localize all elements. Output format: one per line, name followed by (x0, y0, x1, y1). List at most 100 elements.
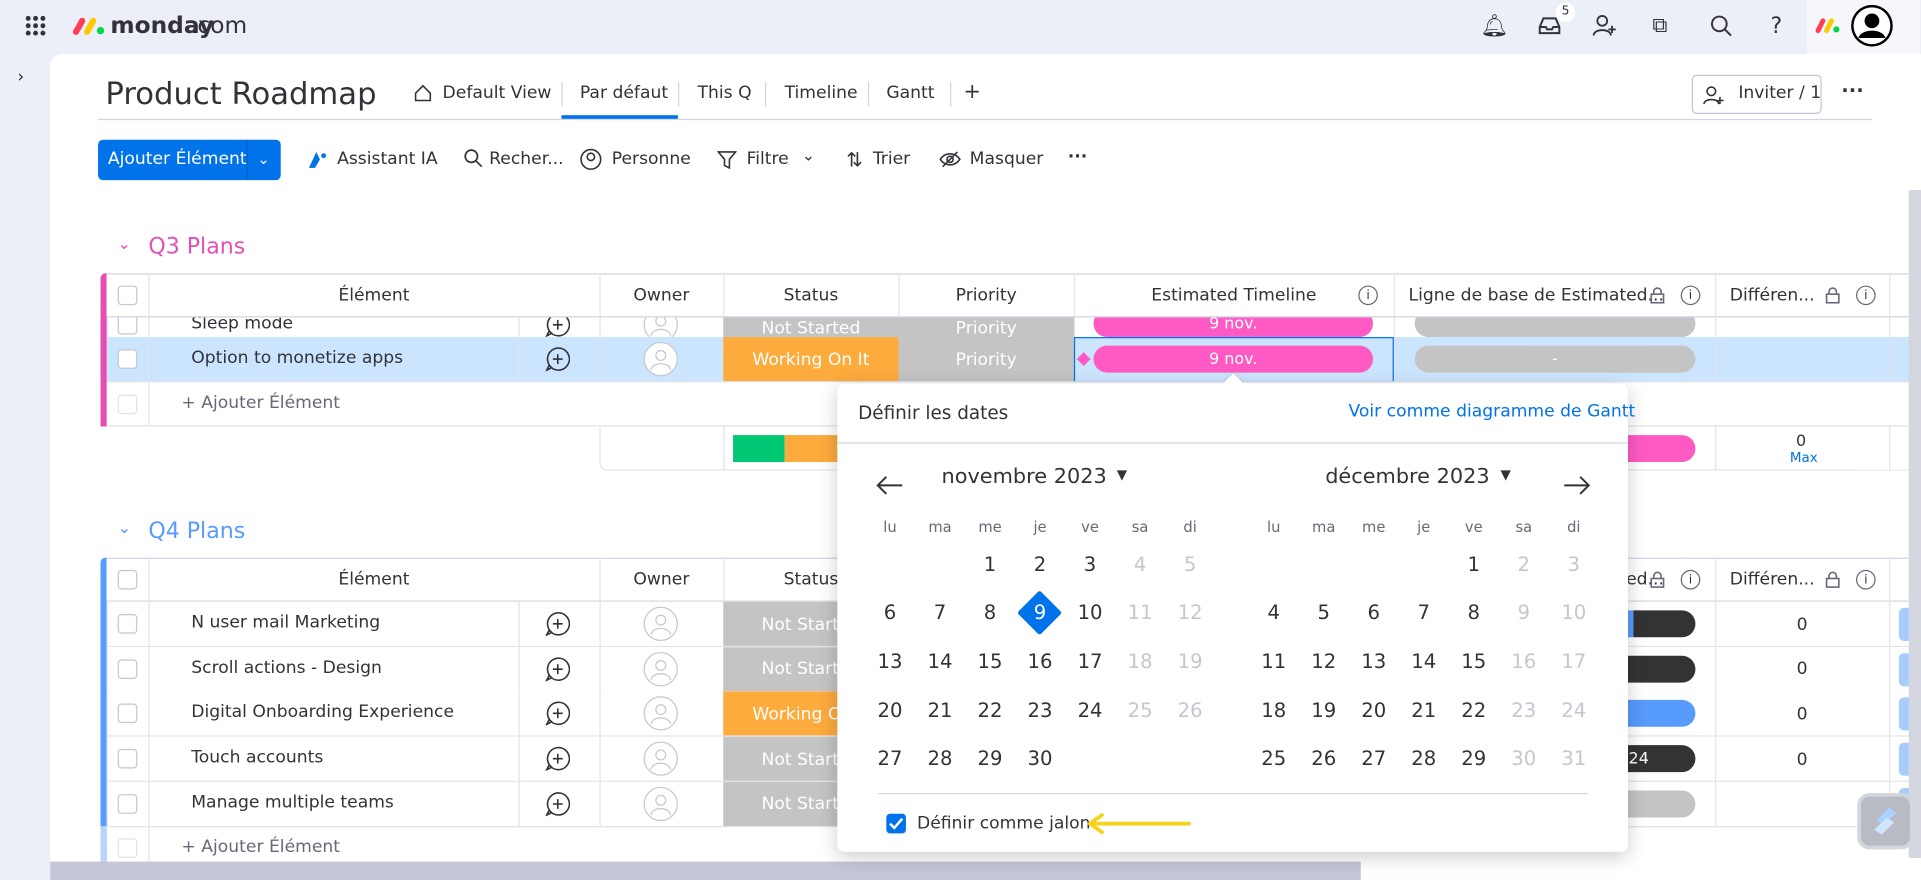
bell-icon[interactable]: 🔔︎ (1480, 12, 1508, 39)
info-icon-baseline[interactable]: i (1680, 569, 1701, 590)
milestone-label[interactable]: Définir comme jalon (917, 814, 1091, 834)
calendar-day-selected[interactable]: 9 (1018, 590, 1062, 634)
milestone-checkbox[interactable] (886, 813, 906, 834)
calendar-day[interactable]: 11 (1252, 639, 1296, 683)
owner-avatar[interactable] (643, 741, 678, 776)
calendar-day[interactable]: 24 (1068, 688, 1112, 732)
calendar-day[interactable]: 17 (1552, 639, 1596, 683)
column-header-priority[interactable]: Priority (899, 273, 1074, 317)
calendar-day[interactable]: 18 (1252, 688, 1296, 732)
ai-assistant-button[interactable]: Assistant IA (337, 150, 437, 170)
calendar-day[interactable]: 20 (868, 688, 912, 732)
calendar-day[interactable]: 12 (1168, 590, 1212, 634)
calendar-day[interactable]: 19 (1168, 639, 1212, 683)
select-all-checkbox[interactable] (117, 285, 138, 306)
tab-par-defaut[interactable]: Par défaut (580, 83, 668, 103)
row-checkbox[interactable] (117, 614, 138, 634)
add-update-icon[interactable] (544, 655, 571, 682)
calendar-day[interactable]: 28 (918, 736, 962, 780)
calendar-day[interactable]: 22 (1452, 688, 1496, 732)
row-checkbox[interactable] (117, 317, 138, 335)
floating-help-widget[interactable] (1857, 792, 1914, 850)
calendar-day[interactable]: 11 (1118, 590, 1162, 634)
calendar-day[interactable]: 21 (918, 688, 962, 732)
item-name[interactable]: N user mail Marketing (191, 613, 380, 633)
row-checkbox[interactable] (117, 349, 138, 369)
add-update-icon[interactable] (544, 700, 571, 727)
calendar-day[interactable]: 4 (1118, 542, 1162, 586)
calendar-day[interactable]: 2 (1018, 542, 1062, 586)
column-header-owner[interactable]: Owner (599, 558, 723, 602)
calendar-day[interactable]: 16 (1018, 639, 1062, 683)
search-button[interactable]: Recher... (489, 150, 563, 170)
add-update-icon[interactable] (544, 745, 571, 772)
invite-user-icon[interactable] (1591, 12, 1618, 39)
add-update-icon[interactable] (544, 346, 571, 373)
month-label-november[interactable]: novembre 2023 (941, 465, 1106, 490)
next-month-arrow-icon[interactable] (1561, 469, 1593, 501)
tab-default-view[interactable]: Default View (443, 83, 552, 103)
calendar-day[interactable]: 19 (1302, 688, 1346, 732)
add-item-button[interactable]: Ajouter Élément ⌄ (98, 139, 281, 181)
calendar-day[interactable]: 1 (1452, 542, 1496, 586)
calendar-day[interactable]: 17 (1068, 639, 1112, 683)
column-header-item[interactable]: Élément (148, 273, 599, 317)
calendar-day[interactable]: 24 (1552, 688, 1596, 732)
calendar-day[interactable]: 3 (1068, 542, 1112, 586)
vertical-scrollbar[interactable] (1908, 189, 1921, 858)
add-item-inline-button[interactable]: + Ajouter Élément (181, 393, 340, 413)
status-cell[interactable]: Not Started (723, 317, 899, 338)
toolbar-more-button[interactable]: ··· (1068, 147, 1088, 167)
calendar-day[interactable]: 28 (1402, 736, 1446, 780)
add-update-icon[interactable] (544, 790, 571, 817)
q4-group-title[interactable]: Q4 Plans (148, 518, 245, 544)
calendar-day[interactable]: 9 (1502, 590, 1546, 634)
table-row[interactable]: Option to monetize apps Working On It Prio… (106, 337, 1921, 383)
timeline-pill[interactable]: 9 nov. (1093, 317, 1374, 338)
q4-collapse-icon[interactable]: ⌄ (118, 520, 131, 538)
calendar-day[interactable]: 27 (1352, 736, 1396, 780)
add-update-icon[interactable] (544, 610, 571, 637)
column-header-owner[interactable]: Owner (599, 273, 723, 317)
view-as-gantt-link[interactable]: Voir comme diagramme de Gantt (1348, 402, 1635, 422)
calendar-day[interactable]: 13 (868, 639, 912, 683)
item-name[interactable]: Scroll actions - Design (191, 658, 382, 678)
add-view-button[interactable]: + (964, 80, 981, 105)
calendar-day[interactable]: 27 (868, 736, 912, 780)
calendar-day[interactable]: 23 (1502, 688, 1546, 732)
owner-avatar[interactable] (643, 786, 678, 821)
calendar-day[interactable]: 6 (868, 590, 912, 634)
info-icon-baseline[interactable]: i (1680, 285, 1701, 306)
month-label-december[interactable]: décembre 2023 (1325, 465, 1489, 490)
calendar-day[interactable]: 7 (1402, 590, 1446, 634)
calendar-day[interactable]: 22 (968, 688, 1012, 732)
calendar-day[interactable]: 21 (1402, 688, 1446, 732)
calendar-day[interactable]: 7 (918, 590, 962, 634)
add-update-icon[interactable] (544, 317, 571, 338)
tab-this-q[interactable]: This Q (698, 83, 752, 103)
calendar-day[interactable]: 29 (1452, 736, 1496, 780)
user-avatar[interactable] (1851, 4, 1893, 47)
table-row[interactable]: Sleep mode Not Started Priority 9 nov. (106, 317, 1921, 339)
calendar-day[interactable]: 10 (1068, 590, 1112, 634)
status-cell[interactable]: Working On It (723, 337, 899, 382)
invite-button[interactable]: Inviter / 1 (1691, 74, 1822, 114)
calendar-day[interactable]: 18 (1118, 639, 1162, 683)
board-more-button[interactable]: ··· (1841, 78, 1863, 101)
calendar-day[interactable]: 2 (1502, 542, 1546, 586)
priority-cell[interactable]: Priority (898, 337, 1074, 382)
q3-group-title[interactable]: Q3 Plans (148, 234, 245, 260)
calendar-day[interactable]: 3 (1552, 542, 1596, 586)
item-name[interactable]: Option to monetize apps (191, 348, 403, 368)
calendar-day[interactable]: 5 (1302, 590, 1346, 634)
calendar-day[interactable]: 16 (1502, 639, 1546, 683)
calendar-day[interactable]: 14 (918, 639, 962, 683)
calendar-day[interactable]: 13 (1352, 639, 1396, 683)
tab-gantt[interactable]: Gantt (886, 83, 934, 103)
difference-summary-label[interactable]: Max (1790, 450, 1818, 466)
calendar-day[interactable]: 14 (1402, 639, 1446, 683)
info-icon-timeline[interactable]: i (1358, 285, 1378, 306)
column-header-status[interactable]: Status (723, 273, 898, 317)
hide-button[interactable]: Masquer (970, 150, 1044, 170)
calendar-day[interactable]: 12 (1302, 639, 1346, 683)
